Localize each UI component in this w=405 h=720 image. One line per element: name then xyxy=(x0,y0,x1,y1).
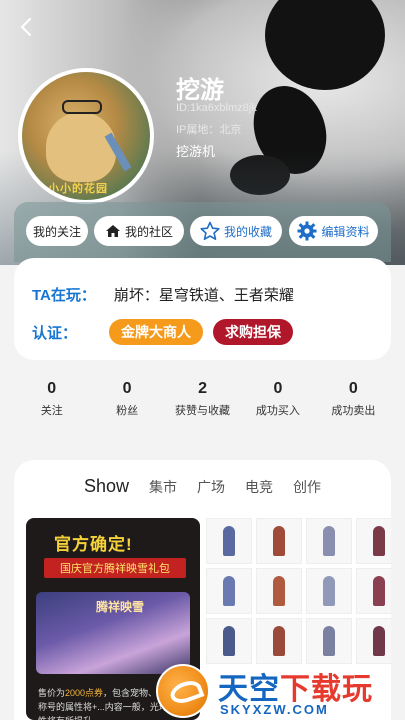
stat-value: 0 xyxy=(47,380,57,397)
back-button[interactable] xyxy=(16,16,38,38)
promo-headline: 官方确定! xyxy=(54,535,133,554)
site-logo-icon xyxy=(156,664,210,718)
stat-value: 0 xyxy=(122,380,132,397)
skin-thumbnail[interactable] xyxy=(256,518,302,564)
skin-thumbnail[interactable] xyxy=(306,618,352,664)
gear-icon xyxy=(297,221,317,241)
badge-gold-merchant[interactable]: 金牌大商人 xyxy=(109,319,204,345)
certification-row: 认证： 金牌大商人 求购担保 xyxy=(32,319,303,345)
skin-grid xyxy=(206,518,391,664)
tab-square[interactable]: 广场 xyxy=(197,477,225,497)
my-collection-label: 我的收藏 xyxy=(223,224,272,239)
tab-esports[interactable]: 电竞 xyxy=(245,477,273,497)
stat-label: 获赞与收藏 xyxy=(175,405,231,417)
stat-value: 0 xyxy=(273,380,283,397)
stats-bar: 0 关注 0 粉丝 2 获赞与收藏 0 成功买入 0 成功卖出 xyxy=(14,380,391,420)
skin-thumbnail[interactable] xyxy=(356,618,391,664)
edit-profile-button[interactable]: 编辑资料 xyxy=(289,216,378,246)
playing-row: TA在玩： 崩坏：星穹铁道、王者荣耀 xyxy=(32,284,294,305)
tab-market[interactable]: 集市 xyxy=(149,477,177,497)
profile-id: ID:1ka6xblmz8jk xyxy=(176,102,257,114)
profile-ip-location: IP属地：北京 xyxy=(176,124,242,136)
avatar-caption: 小小的花园 xyxy=(48,183,108,195)
stat-label: 粉丝 xyxy=(116,405,139,417)
skin-thumbnail[interactable] xyxy=(356,568,391,614)
my-community-button[interactable]: 我的社区 xyxy=(94,216,184,246)
skin-thumbnail[interactable] xyxy=(206,568,252,614)
stat-value: 2 xyxy=(198,380,207,397)
watermark-domain: SKYXZW.COM xyxy=(220,702,329,717)
certification-label: 认证： xyxy=(32,324,78,342)
promo-subline: 国庆官方腾祥映雪礼包 xyxy=(44,558,186,578)
tab-create[interactable]: 创作 xyxy=(293,477,321,497)
promo-art-title: 腾祥映雪 xyxy=(96,600,145,614)
profile-name: 挖游 xyxy=(176,77,224,104)
chevron-left-icon xyxy=(20,17,32,37)
stat-label: 关注 xyxy=(40,405,63,417)
skin-thumbnail[interactable] xyxy=(206,518,252,564)
skin-thumbnail[interactable] xyxy=(306,568,352,614)
my-follows-button[interactable]: 我的关注 xyxy=(26,216,88,246)
profile-bio: 挖游机 xyxy=(176,144,216,159)
my-follows-label: 我的关注 xyxy=(32,224,81,239)
stat-fans[interactable]: 0 粉丝 xyxy=(89,380,164,420)
star-icon xyxy=(200,221,220,241)
stat-likes[interactable]: 2 获赞与收藏 xyxy=(165,380,240,420)
stat-sold[interactable]: 0 成功卖出 xyxy=(316,380,391,420)
skin-thumbnail[interactable] xyxy=(356,518,391,564)
skin-thumbnail[interactable] xyxy=(256,618,302,664)
tab-show[interactable]: Show xyxy=(84,476,129,497)
stat-bought[interactable]: 0 成功买入 xyxy=(240,380,315,420)
skin-thumbnail[interactable] xyxy=(206,618,252,664)
edit-profile-label: 编辑资料 xyxy=(321,224,370,239)
playing-value: 崩坏：星穹铁道、王者荣耀 xyxy=(113,287,294,304)
my-community-label: 我的社区 xyxy=(124,224,173,239)
site-watermark: 天空下载玩 SKYXZW.COM xyxy=(156,662,405,720)
badge-purchase-guarantee[interactable]: 求购担保 xyxy=(213,319,294,345)
avatar[interactable]: 小小的花园 xyxy=(18,68,154,204)
playing-label: TA在玩： xyxy=(32,287,96,304)
stat-value: 0 xyxy=(348,380,358,397)
stat-label: 成功卖出 xyxy=(331,405,376,417)
skin-thumbnail[interactable] xyxy=(256,568,302,614)
my-collection-button[interactable]: 我的收藏 xyxy=(190,216,282,246)
skin-thumbnail[interactable] xyxy=(306,518,352,564)
home-icon xyxy=(105,225,120,237)
stat-following[interactable]: 0 关注 xyxy=(14,380,89,420)
content-tabs: Show 集市 广场 电竞 创作 xyxy=(14,476,391,497)
stat-label: 成功买入 xyxy=(255,405,300,417)
